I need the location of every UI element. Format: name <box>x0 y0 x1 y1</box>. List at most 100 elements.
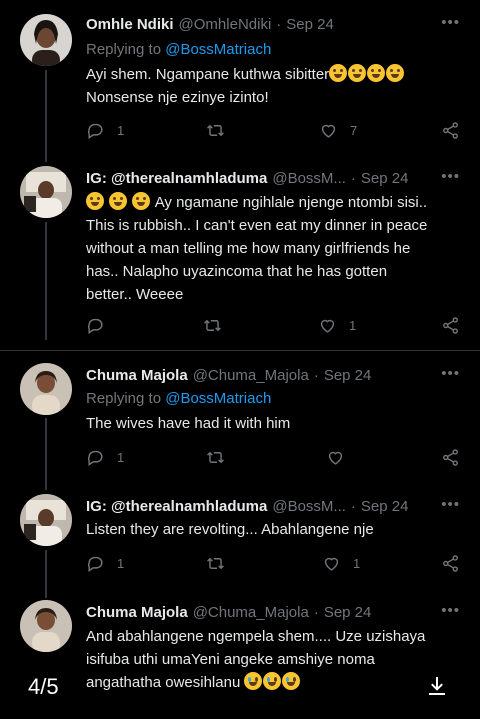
laughing-crying-emoji <box>386 64 405 82</box>
author-handle[interactable]: @BossM... <box>272 170 346 187</box>
timestamp[interactable]: Sep 24 <box>361 498 409 515</box>
avatar[interactable] <box>20 166 72 218</box>
crying-emoji <box>282 672 301 690</box>
retweet-button[interactable] <box>206 448 237 467</box>
separator-dot: · <box>276 16 282 33</box>
tweet-line: Nonsense nje ezinye izinto! <box>86 89 269 106</box>
more-icon[interactable]: ••• <box>441 496 460 513</box>
replying-to: Replying to @BossMatriach <box>86 41 271 58</box>
like-button[interactable]: 7 <box>319 121 357 140</box>
avatar[interactable] <box>20 494 72 546</box>
more-icon[interactable]: ••• <box>441 168 460 185</box>
laughing-crying-emoji <box>367 64 386 82</box>
action-bar: 1 <box>86 448 460 468</box>
replying-prefix: Replying to <box>86 390 162 407</box>
tweet-text: Ayi shem. Ngampane kuthwa sibitter Nonse… <box>86 63 462 109</box>
retweet-icon <box>207 124 224 137</box>
retweet-button[interactable] <box>206 554 237 573</box>
tweet-line: And abahlangene ngempela shem.... Uze uz… <box>86 628 426 645</box>
author-name[interactable]: Chuma Majola <box>86 367 188 384</box>
reply-count: 1 <box>117 450 125 465</box>
more-icon[interactable]: ••• <box>441 365 460 382</box>
timestamp[interactable]: Sep 24 <box>361 170 409 187</box>
laughing-crying-emoji <box>109 192 128 210</box>
like-icon <box>321 124 336 138</box>
separator-dot: · <box>313 367 319 384</box>
more-icon[interactable]: ••• <box>441 602 460 619</box>
author-name[interactable]: Omhle Ndiki <box>86 16 174 33</box>
author-handle[interactable]: @OmhleNdiki <box>179 16 272 33</box>
tweet[interactable]: Omhle Ndiki @OmhleNdiki · Sep 24 ••• Rep… <box>0 0 480 160</box>
avatar[interactable] <box>20 600 72 652</box>
tweet-line: has.. Nalapho uyazincoma that he has got… <box>86 263 388 280</box>
reply-button[interactable] <box>86 316 117 335</box>
tweet-line: without a man telling me how many girlfr… <box>86 240 411 257</box>
tweet[interactable]: IG: @therealnamhladuma @BossM... · Sep 2… <box>0 160 480 350</box>
tweet-line: angathatha owesihlanu <box>86 674 241 691</box>
avatar[interactable] <box>20 14 72 66</box>
tweet-line: Listen they are revolting... Abahlangene… <box>86 521 374 538</box>
share-button[interactable] <box>441 121 460 140</box>
reply-icon <box>87 450 103 466</box>
timestamp[interactable]: Sep 24 <box>324 367 372 384</box>
author-name[interactable]: Chuma Majola <box>86 604 188 621</box>
like-count: 1 <box>353 556 361 571</box>
share-button[interactable] <box>441 554 460 573</box>
author-name[interactable]: IG: @therealnamhladuma <box>86 498 267 515</box>
retweet-icon <box>204 319 221 332</box>
author-handle[interactable]: @Chuma_Majola <box>193 367 309 384</box>
reply-count: 1 <box>117 556 125 571</box>
replying-prefix: Replying to <box>86 41 162 58</box>
reply-icon <box>87 318 103 334</box>
laughing-crying-emoji <box>329 64 348 82</box>
retweet-button[interactable] <box>206 121 237 140</box>
reply-button[interactable]: 1 <box>86 121 124 140</box>
like-count: 1 <box>349 318 357 333</box>
share-button[interactable] <box>441 316 460 335</box>
tweet[interactable]: Chuma Majola @Chuma_Majola · Sep 24 ••• … <box>0 596 480 719</box>
action-bar: 1 1 <box>86 554 460 574</box>
share-button[interactable] <box>441 448 460 467</box>
reply-button[interactable]: 1 <box>86 448 124 467</box>
tweet-line: This is rubbish.. I can't even eat my di… <box>86 217 428 234</box>
tweet[interactable]: Chuma Majola @Chuma_Majola · Sep 24 ••• … <box>0 351 480 486</box>
mention-link[interactable]: @BossMatriach <box>165 390 271 407</box>
reply-icon <box>87 123 103 139</box>
crying-emoji <box>263 672 282 690</box>
action-bar: 1 <box>86 316 460 336</box>
tweet-line: Ayi shem. Ngampane kuthwa sibitter <box>86 66 330 83</box>
tweet[interactable]: IG: @therealnamhladuma @BossM... · Sep 2… <box>0 486 480 596</box>
like-button[interactable]: 1 <box>322 554 360 573</box>
like-button[interactable] <box>326 448 357 467</box>
share-icon <box>443 317 458 334</box>
author-name[interactable]: IG: @therealnamhladuma <box>86 170 267 187</box>
like-button[interactable]: 1 <box>318 316 356 335</box>
like-icon <box>328 451 343 465</box>
avatar[interactable] <box>20 363 72 415</box>
more-icon[interactable]: ••• <box>441 14 460 31</box>
download-icon <box>429 677 445 695</box>
share-icon <box>443 122 458 139</box>
laughing-crying-emoji <box>86 192 104 210</box>
retweet-button[interactable] <box>203 316 234 335</box>
reply-button[interactable]: 1 <box>86 554 124 573</box>
action-bar: 1 7 <box>86 121 460 141</box>
author-handle[interactable]: @BossM... <box>272 498 346 515</box>
author-handle[interactable]: @Chuma_Majola <box>193 604 309 621</box>
laughing-crying-emoji <box>348 64 367 82</box>
tweet-line: Ay ngamane ngihlale njenge ntombi sisi.. <box>154 194 428 211</box>
share-icon <box>443 555 458 572</box>
timestamp[interactable]: Sep 24 <box>324 604 372 621</box>
replying-to: Replying to @BossMatriach <box>86 390 271 407</box>
mention-link[interactable]: @BossMatriach <box>165 41 271 58</box>
tweet-line: better.. Weeee <box>86 286 184 303</box>
download-button[interactable] <box>425 674 449 698</box>
tweet-text: Ay ngamane ngihlale njenge ntombi sisi..… <box>86 191 462 306</box>
retweet-icon <box>207 557 224 570</box>
separator-dot: · <box>350 498 356 515</box>
like-icon <box>320 319 335 333</box>
share-icon <box>443 449 458 466</box>
crying-emoji <box>244 672 263 690</box>
timestamp[interactable]: Sep 24 <box>286 16 334 33</box>
laughing-crying-emoji <box>132 192 151 210</box>
